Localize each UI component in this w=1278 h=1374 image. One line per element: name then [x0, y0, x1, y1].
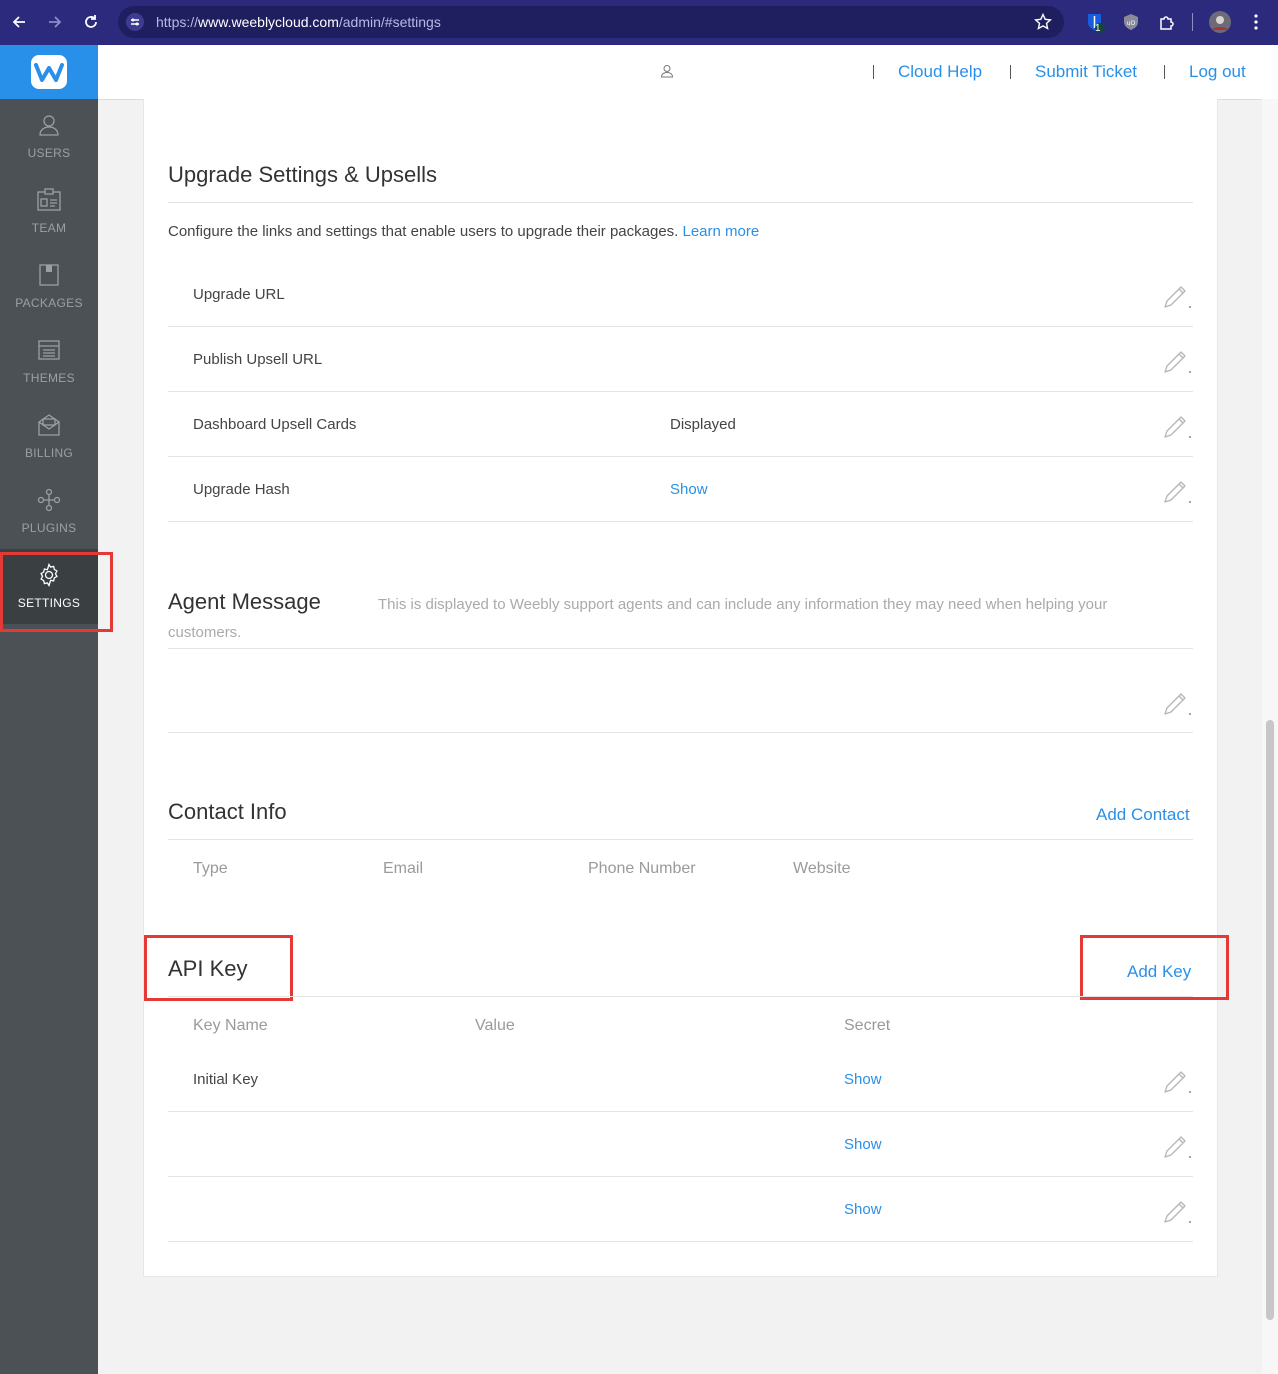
agent-note: This is displayed to Weebly support agen…	[378, 596, 1108, 613]
divider	[168, 521, 1193, 522]
profile-avatar[interactable]	[1209, 11, 1231, 33]
api-key-highlight-box	[144, 935, 293, 1001]
edit-pencil-icon[interactable]	[1163, 478, 1191, 504]
upgrade-hash-show-link[interactable]: Show	[670, 481, 708, 498]
sidebar-item-label: TEAM	[31, 221, 67, 235]
url-text: https://www.weeblycloud.com/admin/#setti…	[156, 14, 441, 30]
edit-pencil-icon[interactable]	[1163, 283, 1191, 309]
sidebar-item-themes[interactable]: THEMES	[0, 324, 98, 399]
column-header: Type	[193, 860, 228, 877]
column-header: Secret	[844, 1017, 891, 1034]
sidebar-item-users[interactable]: USERS	[0, 99, 98, 174]
secret-show-link[interactable]: Show	[844, 1136, 882, 1153]
row-label: Upgrade Hash	[193, 481, 290, 498]
browser-menu-icon[interactable]	[1247, 13, 1265, 31]
row-label: Upgrade URL	[193, 286, 285, 303]
add-contact-link[interactable]: Add Contact	[1096, 805, 1190, 825]
header-separator	[873, 65, 874, 79]
edit-pencil-icon[interactable]	[1163, 413, 1191, 439]
upgrade-description: Configure the links and settings that en…	[168, 223, 760, 240]
package-icon	[37, 263, 61, 287]
column-header: Value	[475, 1017, 515, 1034]
agent-note-continued: customers.	[168, 624, 242, 641]
sidebar-item-label: PACKAGES	[15, 296, 83, 310]
sidebar-item-team[interactable]: TEAM	[0, 174, 98, 249]
row-label: Publish Upsell URL	[193, 351, 323, 368]
secret-show-link[interactable]: Show	[844, 1201, 882, 1218]
contact-section-title: Contact Info	[168, 799, 287, 824]
extension-badge: 1	[1095, 23, 1101, 34]
agent-section-title: Agent Message	[168, 589, 321, 614]
edit-pencil-icon[interactable]	[1163, 690, 1191, 716]
log-out-link[interactable]: Log out	[1189, 62, 1246, 82]
divider	[168, 202, 1193, 203]
layout-icon	[37, 338, 61, 362]
sidebar-item-billing[interactable]: BILLING	[0, 399, 98, 474]
cloud-help-link[interactable]: Cloud Help	[898, 62, 982, 82]
sidebar: USERS TEAM PACKAGES THEMES BILLING PLUGI…	[0, 99, 98, 1374]
header-separator	[1164, 65, 1165, 79]
sidebar-item-packages[interactable]: PACKAGES	[0, 249, 98, 324]
add-key-highlight-box	[1080, 935, 1229, 1000]
column-header: Phone Number	[588, 860, 696, 877]
sidebar-item-plugins[interactable]: PLUGINS	[0, 474, 98, 549]
page-scrollbar-thumb[interactable]	[1266, 720, 1274, 1320]
ublock-extension-icon[interactable]: uO	[1122, 13, 1140, 31]
column-header: Email	[383, 860, 424, 877]
sidebar-item-label: PLUGINS	[21, 521, 77, 535]
forward-icon[interactable]	[46, 13, 64, 31]
api-key-name: Initial Key	[193, 1071, 259, 1088]
divider	[168, 391, 1193, 392]
svg-text:uO: uO	[1127, 20, 1136, 27]
envelope-icon	[37, 413, 61, 437]
edit-pencil-icon[interactable]	[1163, 1198, 1191, 1224]
browser-toolbar: https://www.weeblycloud.com/admin/#setti…	[0, 0, 1278, 45]
column-header: Key Name	[193, 1017, 268, 1034]
reload-icon[interactable]	[82, 13, 100, 31]
edit-pencil-icon[interactable]	[1163, 1068, 1191, 1094]
settings-highlight-box	[0, 552, 113, 632]
edit-pencil-icon[interactable]	[1163, 1133, 1191, 1159]
sidebar-item-label: THEMES	[23, 371, 75, 385]
sidebar-item-label: BILLING	[24, 446, 74, 460]
id-card-icon	[37, 188, 61, 212]
bookmark-star-icon[interactable]	[1034, 13, 1052, 31]
submit-ticket-link[interactable]: Submit Ticket	[1035, 62, 1137, 82]
extensions-puzzle-icon[interactable]	[1158, 13, 1176, 31]
weebly-logo[interactable]	[0, 45, 98, 99]
upgrade-section-title: Upgrade Settings & Upsells	[168, 162, 438, 187]
user-icon	[37, 113, 61, 137]
divider	[168, 1241, 1193, 1242]
divider	[168, 1111, 1193, 1112]
divider	[168, 732, 1193, 733]
column-header: Website	[793, 860, 851, 877]
settings-card	[143, 99, 1218, 1277]
site-settings-icon[interactable]	[126, 13, 144, 31]
address-bar[interactable]: https://www.weeblycloud.com/admin/#setti…	[118, 6, 1064, 38]
learn-more-link[interactable]: Learn more	[683, 223, 760, 240]
divider	[168, 839, 1193, 840]
plugin-icon	[37, 488, 61, 512]
account-user-icon[interactable]	[660, 64, 674, 78]
edit-pencil-icon[interactable]	[1163, 348, 1191, 374]
toolbar-divider	[1192, 13, 1193, 31]
secret-show-link[interactable]: Show	[844, 1071, 882, 1088]
divider	[168, 996, 1193, 997]
sidebar-item-label: USERS	[27, 146, 71, 160]
divider	[168, 648, 1193, 649]
app-header: Cloud Help Submit Ticket Log out	[98, 45, 1278, 100]
divider	[168, 326, 1193, 327]
row-value: Displayed	[670, 416, 736, 433]
header-separator	[1010, 65, 1011, 79]
divider	[168, 456, 1193, 457]
row-label: Dashboard Upsell Cards	[193, 416, 357, 433]
divider	[168, 1176, 1193, 1177]
back-icon[interactable]	[10, 13, 28, 31]
